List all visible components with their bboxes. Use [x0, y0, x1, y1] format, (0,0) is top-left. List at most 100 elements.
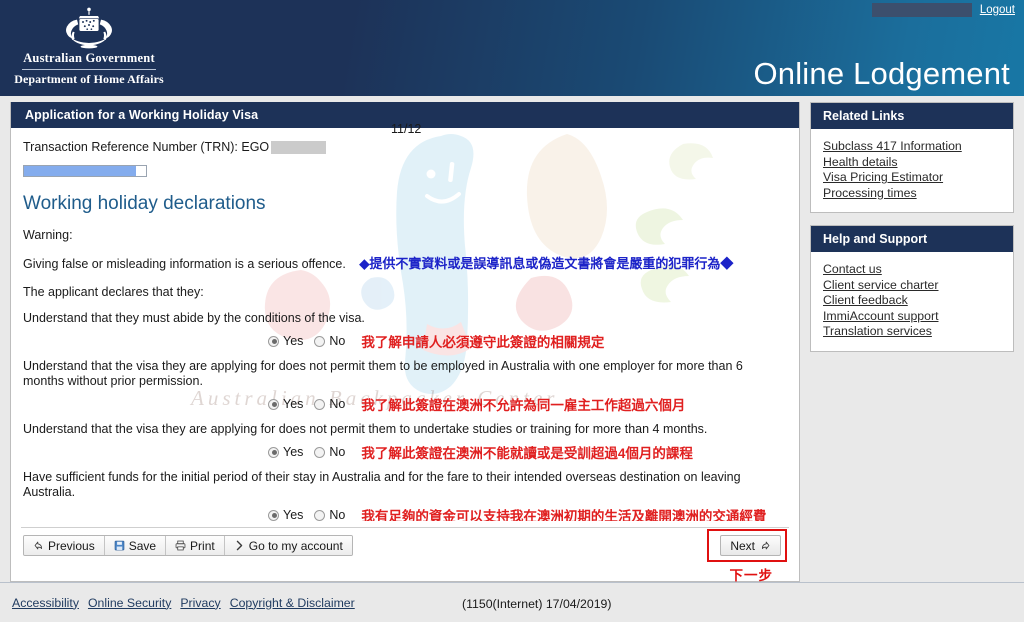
progress-bar-fill: [24, 166, 137, 176]
footer-link[interactable]: Privacy: [180, 596, 220, 610]
help-and-support-panel: Help and Support Contact us Client servic…: [810, 225, 1014, 352]
sidebar: Related Links Subclass 417 Information He…: [810, 102, 1014, 582]
declaration-item: Understand that the visa they are applyi…: [23, 359, 787, 414]
printer-icon: [175, 540, 186, 551]
form-body: Australian Backpacker Center Transaction…: [11, 128, 799, 521]
body-wrapper: Application for a Working Holiday Visa A…: [0, 96, 1024, 583]
radio-no-label: No: [329, 508, 346, 521]
warning-annotation-zh: ◆提供不實資料或是誤導訊息或偽造文書將會是嚴重的犯罪行為◆: [359, 256, 734, 271]
save-button[interactable]: Save: [104, 536, 167, 555]
declaration-answer-row: Yes No 我有足夠的資金可以支持我在澳洲初期的生活及離開澳洲的交通經費: [23, 505, 787, 521]
form-toolbar: Previous Save Print Go to my account Nex…: [21, 527, 789, 583]
declaration-text: Understand that they must abide by the c…: [23, 311, 365, 325]
sidebar-link[interactable]: Processing times: [823, 186, 1001, 202]
radio-yes-label: Yes: [283, 397, 304, 411]
arrow-right-icon: [760, 540, 771, 551]
sidebar-link[interactable]: Client service charter: [823, 278, 1001, 294]
radio-yes[interactable]: [268, 335, 279, 347]
crest-divider: [22, 69, 156, 70]
footer-link[interactable]: Copyright & Disclaimer: [230, 596, 355, 610]
site-header: Logout Australian Government Department …: [0, 0, 1024, 96]
previous-button[interactable]: Previous: [24, 536, 105, 555]
next-button-annotation-zh: 下一步: [729, 568, 773, 583]
main-content-panel: Application for a Working Holiday Visa A…: [10, 102, 800, 583]
declaration-annotation-zh: 我了解此簽證在澳洲不允許為同一雇主工作超過六個月: [361, 398, 686, 413]
related-links-title: Related Links: [811, 103, 1013, 129]
header-topbar: Logout: [871, 0, 1024, 19]
radio-no-label: No: [329, 445, 346, 459]
radio-yes-label: Yes: [283, 445, 304, 459]
crest-line-government: Australian Government: [23, 51, 155, 65]
declaration-text: Have sufficient funds for the initial pe…: [23, 470, 741, 499]
australian-government-crest: Australian Government Department of Home…: [14, 4, 164, 90]
sidebar-link[interactable]: Contact us: [823, 262, 1001, 278]
radio-yes-label: Yes: [283, 508, 304, 521]
crest-line-department: Department of Home Affairs: [14, 72, 164, 86]
help-and-support-title: Help and Support: [811, 226, 1013, 252]
page-root: Logout Australian Government Department …: [0, 0, 1024, 622]
print-button-label: Print: [190, 538, 215, 553]
radio-no[interactable]: [314, 509, 326, 521]
radio-no[interactable]: [314, 446, 326, 458]
next-button[interactable]: Next: [720, 535, 781, 556]
chevron-right-icon: [234, 540, 245, 551]
radio-no[interactable]: [314, 398, 326, 410]
sidebar-link[interactable]: ImmiAccount support: [823, 309, 1001, 325]
arrow-left-icon: [33, 540, 44, 551]
site-footer: Accessibility Online Security Privacy Copyr…: [0, 582, 1024, 622]
related-links-list: Subclass 417 Information Health details Vi…: [811, 129, 1013, 212]
declaration-annotation-zh: 我了解申請人必須遵守此簽證的相關規定: [361, 335, 605, 350]
next-button-label: Next: [730, 538, 755, 553]
page-title: Working holiday declarations: [23, 193, 266, 214]
save-button-label: Save: [128, 538, 157, 553]
warning-text: Giving false or misleading information i…: [23, 257, 346, 271]
radio-no-label: No: [329, 334, 346, 348]
sidebar-link[interactable]: Health details: [823, 155, 1001, 171]
previous-button-label: Previous: [48, 538, 95, 553]
radio-yes[interactable]: [268, 446, 279, 458]
floppy-disk-icon: [114, 540, 125, 551]
trn-row: Transaction Reference Number (TRN): EGO: [23, 138, 787, 156]
help-and-support-list: Contact us Client service charter Client f…: [811, 252, 1013, 351]
declaration-annotation-zh: 我有足夠的資金可以支持我在澳洲初期的生活及離開澳洲的交通經費: [361, 509, 767, 521]
logout-link[interactable]: Logout: [980, 4, 1015, 16]
sidebar-link[interactable]: Client feedback: [823, 293, 1001, 309]
radio-yes[interactable]: [268, 509, 279, 521]
radio-no[interactable]: [314, 335, 326, 347]
declaration-item: Have sufficient funds for the initial pe…: [23, 470, 787, 521]
trn-label: Transaction Reference Number (TRN): EGO: [23, 140, 270, 154]
declarations-list: Understand that they must abide by the c…: [23, 311, 787, 521]
sidebar-link[interactable]: Subclass 417 Information: [823, 139, 1001, 155]
print-button[interactable]: Print: [166, 536, 225, 555]
warning-line: Giving false or misleading information i…: [23, 256, 787, 272]
app-title: Online Lodgement: [753, 56, 1010, 91]
warning-label: Warning:: [23, 228, 73, 242]
redacted-username-box: [871, 2, 972, 17]
declaration-answer-row: Yes No 我了解此簽證在澳洲不能就讀或是受訓超過4個月的課程: [23, 442, 787, 462]
declaration-text: Understand that the visa they are applyi…: [23, 359, 743, 388]
declaration-item: Understand that they must abide by the c…: [23, 311, 787, 351]
footer-link[interactable]: Accessibility: [12, 596, 79, 610]
declaration-annotation-zh: 我了解此簽證在澳洲不能就讀或是受訓超過4個月的課程: [361, 446, 693, 461]
footer-link[interactable]: Online Security: [88, 596, 171, 610]
sidebar-link[interactable]: Translation services: [823, 324, 1001, 340]
go-to-my-account-label: Go to my account: [248, 538, 343, 553]
declaration-answer-row: Yes No 我了解此簽證在澳洲不允許為同一雇主工作超過六個月: [23, 394, 787, 414]
declaration-text: Understand that the visa they are applyi…: [23, 422, 708, 436]
go-to-my-account-button[interactable]: Go to my account: [224, 536, 352, 555]
declaration-item: Understand that the visa they are applyi…: [23, 422, 787, 462]
declaration-answer-row: Yes No 我了解申請人必須遵守此簽證的相關規定: [23, 331, 787, 351]
page-counter: 11/12: [391, 122, 422, 136]
related-links-panel: Related Links Subclass 417 Information He…: [810, 102, 1014, 213]
radio-yes[interactable]: [268, 398, 279, 410]
radio-yes-label: Yes: [283, 334, 304, 348]
sidebar-link[interactable]: Visa Pricing Estimator: [823, 170, 1001, 186]
navigation-button-group: Previous Save Print Go to my account: [23, 535, 353, 556]
form-content: Transaction Reference Number (TRN): EGO …: [23, 138, 787, 521]
progress-bar: [23, 165, 147, 177]
redacted-trn-value: [271, 140, 327, 154]
coat-of-arms-icon: [66, 7, 112, 49]
declares-intro: The applicant declares that they:: [23, 285, 204, 299]
footer-build-stamp: (1150(Internet) 17/04/2019): [462, 597, 612, 611]
radio-no-label: No: [329, 397, 346, 411]
